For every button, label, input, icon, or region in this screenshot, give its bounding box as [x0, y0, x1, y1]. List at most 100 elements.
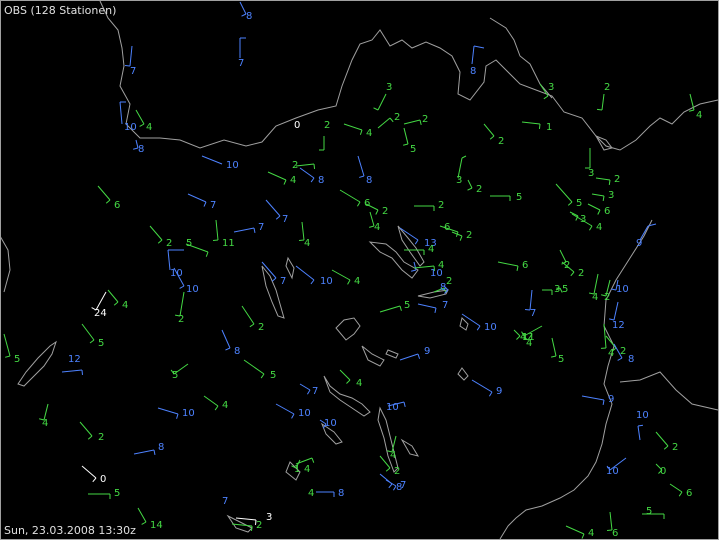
- wind-barb-staff: [587, 203, 601, 211]
- wind-barb-staff: [471, 45, 475, 65]
- station-wind-speed-label: 9: [424, 346, 430, 357]
- wind-barb-staff: [637, 425, 641, 441]
- station-wind-speed-label: 7: [238, 58, 244, 69]
- station-wind-speed-label: 5: [516, 192, 522, 203]
- wind-barb-flag: [403, 401, 406, 407]
- wind-barb-flag: [356, 201, 361, 207]
- station-wind-speed-label: 8: [158, 442, 164, 453]
- wind-barb-flag: [543, 95, 549, 100]
- station-wind-speed-label: 5: [14, 354, 20, 365]
- map-canvas: 87710 48630 242583 2122410 24 8 8 3253235647776…: [0, 0, 719, 540]
- station-wind-speed-label: 4: [438, 260, 444, 271]
- wind-barb-flag: [488, 391, 493, 397]
- wind-barb-flag: [214, 405, 219, 411]
- wind-barb-staff: [581, 395, 605, 401]
- wind-barb-flag: [87, 435, 93, 440]
- station-wind-speed-label: 2: [446, 276, 452, 287]
- wind-barb-staff: [265, 199, 281, 217]
- lake-thun: [335, 317, 361, 341]
- wind-barb-flag: [411, 269, 417, 272]
- map-frame: [0, 0, 719, 540]
- wind-barb-flag: [153, 449, 156, 456]
- wind-barb-staff: [267, 171, 287, 181]
- wind-barb-flag: [310, 177, 315, 183]
- wind-barb-flag: [389, 117, 394, 123]
- wind-barb-tick: [473, 45, 485, 49]
- wind-barbs: [3, 1, 695, 539]
- wind-barb-flag: [459, 235, 463, 241]
- station-wind-speed-label: 8: [246, 11, 252, 22]
- station-wind-speed-label: 5: [410, 144, 416, 155]
- wind-barb-flag: [253, 227, 256, 234]
- wind-barb-staff: [601, 93, 605, 111]
- wind-barb-flag: [434, 307, 437, 313]
- station-wind-speed-label: 2: [292, 160, 298, 171]
- station-wind-speed-label: 0: [100, 474, 106, 485]
- wind-barb-staff: [591, 193, 605, 197]
- station-wind-speed-label: 6: [522, 260, 528, 271]
- station-wind-speed-label: 2: [578, 268, 584, 279]
- wind-barb-staff: [243, 359, 265, 375]
- station-wind-speed-label: 8: [628, 354, 634, 365]
- station-wind-speed-label: 5: [172, 370, 178, 381]
- eastern-border: [489, 17, 553, 99]
- station-wind-speed-label: 11: [522, 332, 535, 343]
- station-wind-speed-label: 11: [222, 238, 235, 249]
- station-wind-speed-label: 6: [364, 198, 370, 209]
- wind-barb-staff: [565, 525, 585, 535]
- wind-barb-flag: [551, 355, 557, 358]
- station-wind-speed-label: 1: [546, 122, 552, 133]
- station-wind-speed-label: 10: [484, 322, 497, 333]
- wind-barb-staff: [97, 185, 111, 201]
- map-timestamp: Sun, 23.03.2008 13:30z: [4, 524, 136, 537]
- station-wind-speed-label: 2: [476, 184, 482, 195]
- station-wind-speed-label: 12: [68, 354, 81, 365]
- wind-barb-staff: [81, 323, 95, 341]
- station-wind-speed-label: 10: [324, 418, 337, 429]
- wind-barb-flag: [306, 389, 311, 395]
- station-wind-speed-label: 3: [554, 284, 560, 295]
- wind-barb-flag: [313, 163, 316, 170]
- station-wind-speed-label: 3: [580, 214, 586, 225]
- station-wind-speed-label: 6: [604, 206, 610, 217]
- wind-barb-staff: [331, 269, 351, 281]
- lake-biel: [285, 256, 295, 280]
- wind-barb-flag: [538, 123, 541, 130]
- station-wind-speed-label: 6: [612, 528, 618, 539]
- wind-barb-staff: [343, 123, 363, 131]
- wind-barb-flag: [310, 279, 315, 285]
- wind-barb-staff: [179, 291, 185, 317]
- wind-barb-staff: [129, 45, 133, 67]
- station-wind-speed-label: 2: [498, 136, 504, 147]
- wind-barb-flag: [176, 413, 179, 419]
- station-wind-speed-label: 7: [130, 66, 136, 77]
- station-wind-speed-label: 7: [312, 386, 318, 397]
- wind-barb-flag: [388, 483, 393, 489]
- wind-barb-flag: [476, 325, 481, 331]
- wind-barb-staff: [149, 225, 163, 241]
- wind-barb-flag: [399, 305, 402, 311]
- station-wind-speed-label: 10: [182, 408, 195, 419]
- station-wind-speed-label: 7: [442, 300, 448, 311]
- station-wind-speed-label: 7: [400, 480, 406, 491]
- station-wind-speed-label: 4: [428, 244, 434, 255]
- wind-barb-staff: [339, 189, 361, 203]
- wind-barb-staff: [201, 155, 223, 165]
- wind-barb-flag: [689, 109, 695, 112]
- wind-barb-staff: [275, 403, 295, 415]
- wind-barb-flag: [205, 251, 209, 257]
- station-wind-speed-label: 8: [470, 66, 476, 77]
- wind-barb-staff: [107, 289, 119, 303]
- station-wind-speed-label: 10: [606, 466, 619, 477]
- station-wind-speed-label: 6: [444, 222, 450, 233]
- wind-barb-flag: [157, 239, 163, 244]
- wind-barb-staff: [669, 483, 683, 493]
- wind-barb-staff: [595, 177, 611, 181]
- lake-lucerne: [368, 241, 419, 279]
- wind-barb-flag: [113, 301, 119, 306]
- station-wind-speed-label: 14: [150, 520, 163, 531]
- station-wind-speed-label: 7: [530, 308, 536, 319]
- wind-barb-staff: [295, 163, 315, 167]
- wind-barb-staff: [3, 333, 11, 357]
- wind-barb-staff: [655, 431, 669, 447]
